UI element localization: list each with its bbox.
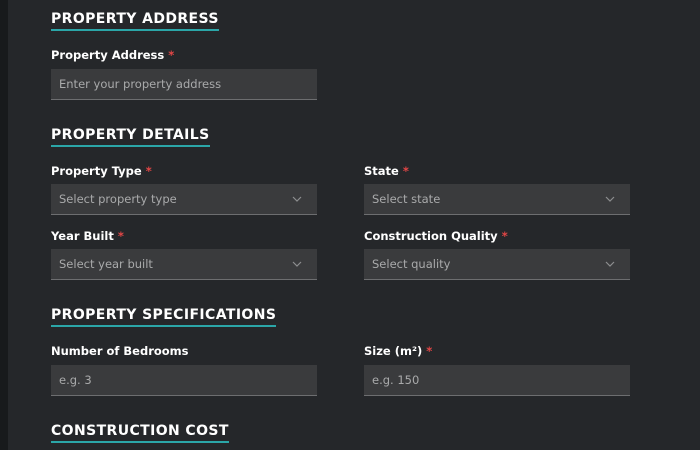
chevron-down-icon — [292, 196, 302, 202]
property-address-label-text: Property Address — [51, 48, 165, 62]
bedrooms-label: Number of Bedrooms — [51, 344, 189, 358]
bedrooms-label-text: Number of Bedrooms — [51, 344, 189, 358]
property-address-label: Property Address * — [51, 48, 174, 62]
chevron-down-icon — [292, 261, 302, 267]
section-title-property-address: PROPERTY ADDRESS — [51, 11, 219, 31]
required-asterisk: * — [168, 48, 175, 62]
state-select-value: Select state — [372, 192, 441, 206]
state-label-text: State — [364, 164, 399, 178]
section-title-property-details: PROPERTY DETAILS — [51, 127, 210, 147]
property-type-select[interactable]: Select property type — [51, 184, 317, 215]
construction-quality-label: Construction Quality * — [364, 229, 508, 243]
property-type-select-value: Select property type — [59, 192, 177, 206]
section-title-property-specifications: PROPERTY SPECIFICATIONS — [51, 307, 277, 327]
required-asterisk: * — [501, 229, 508, 243]
state-label: State * — [364, 164, 409, 178]
required-asterisk: * — [145, 164, 152, 178]
required-asterisk: * — [117, 229, 124, 243]
state-select[interactable]: Select state — [364, 184, 630, 215]
construction-quality-select-value: Select quality — [372, 257, 451, 271]
chevron-down-icon — [605, 196, 615, 202]
year-built-label: Year Built * — [51, 229, 124, 243]
size-input[interactable] — [364, 365, 630, 396]
page-left-edge — [0, 0, 8, 450]
size-label-text: Size (m²) — [364, 344, 423, 358]
year-built-label-text: Year Built — [51, 229, 114, 243]
construction-quality-label-text: Construction Quality — [364, 229, 498, 243]
section-title-construction-cost: CONSTRUCTION COST — [51, 423, 229, 443]
chevron-down-icon — [605, 261, 615, 267]
required-asterisk: * — [402, 164, 409, 178]
year-built-select-value: Select year built — [59, 257, 153, 271]
year-built-select[interactable]: Select year built — [51, 249, 317, 280]
construction-quality-select[interactable]: Select quality — [364, 249, 630, 280]
bedrooms-input[interactable] — [51, 365, 317, 396]
property-type-label: Property Type * — [51, 164, 152, 178]
property-address-input[interactable] — [51, 69, 317, 100]
property-type-label-text: Property Type — [51, 164, 142, 178]
required-asterisk: * — [426, 344, 433, 358]
size-label: Size (m²) * — [364, 344, 432, 358]
